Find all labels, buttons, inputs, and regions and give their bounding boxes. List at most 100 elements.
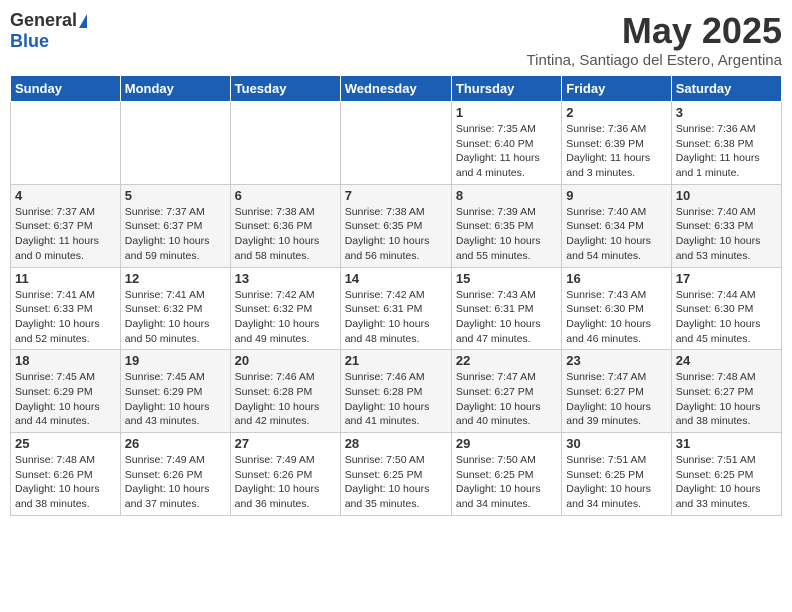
month-title: May 2025 bbox=[527, 10, 782, 52]
day-number: 14 bbox=[345, 271, 447, 286]
weekday-header-thursday: Thursday bbox=[451, 76, 561, 102]
day-info: Sunrise: 7:50 AM Sunset: 6:25 PM Dayligh… bbox=[456, 453, 557, 512]
location-subtitle: Tintina, Santiago del Estero, Argentina bbox=[527, 52, 782, 69]
day-info: Sunrise: 7:36 AM Sunset: 6:39 PM Dayligh… bbox=[566, 122, 666, 181]
day-number: 2 bbox=[566, 105, 666, 120]
weekday-header-tuesday: Tuesday bbox=[230, 76, 340, 102]
calendar-cell: 18 Sunrise: 7:45 AM Sunset: 6:29 PM Dayli… bbox=[11, 350, 121, 433]
weekday-header-row: SundayMondayTuesdayWednesdayThursdayFrid… bbox=[11, 76, 782, 102]
day-number: 29 bbox=[456, 436, 557, 451]
day-info: Sunrise: 7:48 AM Sunset: 6:26 PM Dayligh… bbox=[15, 453, 116, 512]
day-info: Sunrise: 7:46 AM Sunset: 6:28 PM Dayligh… bbox=[235, 370, 336, 429]
day-info: Sunrise: 7:41 AM Sunset: 6:32 PM Dayligh… bbox=[125, 288, 226, 347]
calendar-cell: 28Sunrise: 7:50 AM Sunset: 6:25 PM Dayli… bbox=[340, 433, 451, 516]
calendar-cell: 1 Sunrise: 7:35 AM Sunset: 6:40 PM Daylig… bbox=[451, 102, 561, 185]
day-number: 6 bbox=[235, 188, 336, 203]
calendar-cell: 22Sunrise: 7:47 AM Sunset: 6:27 PM Dayli… bbox=[451, 350, 561, 433]
calendar-cell: 25Sunrise: 7:48 AM Sunset: 6:26 PM Dayli… bbox=[11, 433, 121, 516]
weekday-header-wednesday: Wednesday bbox=[340, 76, 451, 102]
day-number: 9 bbox=[566, 188, 666, 203]
week-row-1: 1 Sunrise: 7:35 AM Sunset: 6:40 PM Daylig… bbox=[11, 102, 782, 185]
day-info: Sunrise: 7:38 AM Sunset: 6:35 PM Dayligh… bbox=[345, 205, 447, 264]
calendar-cell: 5 Sunrise: 7:37 AM Sunset: 6:37 PM Daylig… bbox=[120, 184, 230, 267]
day-number: 23 bbox=[566, 353, 666, 368]
calendar-cell: 17Sunrise: 7:44 AM Sunset: 6:30 PM Dayli… bbox=[671, 267, 781, 350]
weekday-header-friday: Friday bbox=[562, 76, 671, 102]
weekday-header-sunday: Sunday bbox=[11, 76, 121, 102]
day-info: Sunrise: 7:40 AM Sunset: 6:33 PM Dayligh… bbox=[676, 205, 777, 264]
day-info: Sunrise: 7:47 AM Sunset: 6:27 PM Dayligh… bbox=[566, 370, 666, 429]
day-info: Sunrise: 7:37 AM Sunset: 6:37 PM Dayligh… bbox=[15, 205, 116, 264]
weekday-header-monday: Monday bbox=[120, 76, 230, 102]
day-number: 15 bbox=[456, 271, 557, 286]
day-number: 24 bbox=[676, 353, 777, 368]
week-row-2: 4 Sunrise: 7:37 AM Sunset: 6:37 PM Daylig… bbox=[11, 184, 782, 267]
week-row-3: 11Sunrise: 7:41 AM Sunset: 6:33 PM Dayli… bbox=[11, 267, 782, 350]
day-number: 5 bbox=[125, 188, 226, 203]
calendar-cell: 29 Sunrise: 7:50 AM Sunset: 6:25 PM Dayli… bbox=[451, 433, 561, 516]
day-info: Sunrise: 7:42 AM Sunset: 6:31 PM Dayligh… bbox=[345, 288, 447, 347]
calendar-cell: 3 Sunrise: 7:36 AM Sunset: 6:38 PM Daylig… bbox=[671, 102, 781, 185]
day-number: 27 bbox=[235, 436, 336, 451]
calendar-cell: 15 Sunrise: 7:43 AM Sunset: 6:31 PM Dayli… bbox=[451, 267, 561, 350]
day-number: 11 bbox=[15, 271, 116, 286]
day-info: Sunrise: 7:43 AM Sunset: 6:31 PM Dayligh… bbox=[456, 288, 557, 347]
logo-general-text: General bbox=[10, 10, 77, 31]
calendar-cell: 21 Sunrise: 7:46 AM Sunset: 6:28 PM Dayli… bbox=[340, 350, 451, 433]
day-number: 26 bbox=[125, 436, 226, 451]
calendar-cell: 24 Sunrise: 7:48 AM Sunset: 6:27 PM Dayli… bbox=[671, 350, 781, 433]
day-info: Sunrise: 7:50 AM Sunset: 6:25 PM Dayligh… bbox=[345, 453, 447, 512]
calendar-cell: 6Sunrise: 7:38 AM Sunset: 6:36 PM Daylig… bbox=[230, 184, 340, 267]
day-info: Sunrise: 7:35 AM Sunset: 6:40 PM Dayligh… bbox=[456, 122, 557, 181]
calendar-cell: 31 Sunrise: 7:51 AM Sunset: 6:25 PM Dayli… bbox=[671, 433, 781, 516]
calendar-cell: 4 Sunrise: 7:37 AM Sunset: 6:37 PM Daylig… bbox=[11, 184, 121, 267]
day-number: 18 bbox=[15, 353, 116, 368]
calendar-cell: 27Sunrise: 7:49 AM Sunset: 6:26 PM Dayli… bbox=[230, 433, 340, 516]
day-number: 17 bbox=[676, 271, 777, 286]
calendar-cell: 12Sunrise: 7:41 AM Sunset: 6:32 PM Dayli… bbox=[120, 267, 230, 350]
day-number: 19 bbox=[125, 353, 226, 368]
day-info: Sunrise: 7:48 AM Sunset: 6:27 PM Dayligh… bbox=[676, 370, 777, 429]
logo: General Blue bbox=[10, 10, 87, 52]
day-number: 7 bbox=[345, 188, 447, 203]
day-number: 31 bbox=[676, 436, 777, 451]
day-number: 20 bbox=[235, 353, 336, 368]
day-info: Sunrise: 7:39 AM Sunset: 6:35 PM Dayligh… bbox=[456, 205, 557, 264]
day-info: Sunrise: 7:42 AM Sunset: 6:32 PM Dayligh… bbox=[235, 288, 336, 347]
calendar-cell: 30 Sunrise: 7:51 AM Sunset: 6:25 PM Dayli… bbox=[562, 433, 671, 516]
day-info: Sunrise: 7:51 AM Sunset: 6:25 PM Dayligh… bbox=[566, 453, 666, 512]
day-number: 1 bbox=[456, 105, 557, 120]
day-info: Sunrise: 7:37 AM Sunset: 6:37 PM Dayligh… bbox=[125, 205, 226, 264]
day-info: Sunrise: 7:45 AM Sunset: 6:29 PM Dayligh… bbox=[15, 370, 116, 429]
day-number: 22 bbox=[456, 353, 557, 368]
day-number: 4 bbox=[15, 188, 116, 203]
calendar-cell: 11Sunrise: 7:41 AM Sunset: 6:33 PM Dayli… bbox=[11, 267, 121, 350]
calendar-cell bbox=[11, 102, 121, 185]
calendar-cell: 2 Sunrise: 7:36 AM Sunset: 6:39 PM Daylig… bbox=[562, 102, 671, 185]
calendar-table: SundayMondayTuesdayWednesdayThursdayFrid… bbox=[10, 75, 782, 516]
day-number: 16 bbox=[566, 271, 666, 286]
day-number: 30 bbox=[566, 436, 666, 451]
calendar-cell: 10 Sunrise: 7:40 AM Sunset: 6:33 PM Dayli… bbox=[671, 184, 781, 267]
week-row-4: 18 Sunrise: 7:45 AM Sunset: 6:29 PM Dayli… bbox=[11, 350, 782, 433]
calendar-cell bbox=[340, 102, 451, 185]
day-info: Sunrise: 7:51 AM Sunset: 6:25 PM Dayligh… bbox=[676, 453, 777, 512]
day-info: Sunrise: 7:45 AM Sunset: 6:29 PM Dayligh… bbox=[125, 370, 226, 429]
calendar-cell: 9Sunrise: 7:40 AM Sunset: 6:34 PM Daylig… bbox=[562, 184, 671, 267]
day-number: 21 bbox=[345, 353, 447, 368]
logo-blue-text: Blue bbox=[10, 31, 49, 52]
day-info: Sunrise: 7:49 AM Sunset: 6:26 PM Dayligh… bbox=[125, 453, 226, 512]
title-block: May 2025 Tintina, Santiago del Estero, A… bbox=[527, 10, 782, 69]
weekday-header-saturday: Saturday bbox=[671, 76, 781, 102]
day-info: Sunrise: 7:36 AM Sunset: 6:38 PM Dayligh… bbox=[676, 122, 777, 181]
calendar-cell: 14 Sunrise: 7:42 AM Sunset: 6:31 PM Dayli… bbox=[340, 267, 451, 350]
week-row-5: 25Sunrise: 7:48 AM Sunset: 6:26 PM Dayli… bbox=[11, 433, 782, 516]
day-number: 13 bbox=[235, 271, 336, 286]
calendar-cell: 8 Sunrise: 7:39 AM Sunset: 6:35 PM Daylig… bbox=[451, 184, 561, 267]
day-info: Sunrise: 7:46 AM Sunset: 6:28 PM Dayligh… bbox=[345, 370, 447, 429]
calendar-cell bbox=[120, 102, 230, 185]
day-number: 8 bbox=[456, 188, 557, 203]
calendar-cell: 13 Sunrise: 7:42 AM Sunset: 6:32 PM Dayli… bbox=[230, 267, 340, 350]
day-number: 10 bbox=[676, 188, 777, 203]
day-number: 3 bbox=[676, 105, 777, 120]
